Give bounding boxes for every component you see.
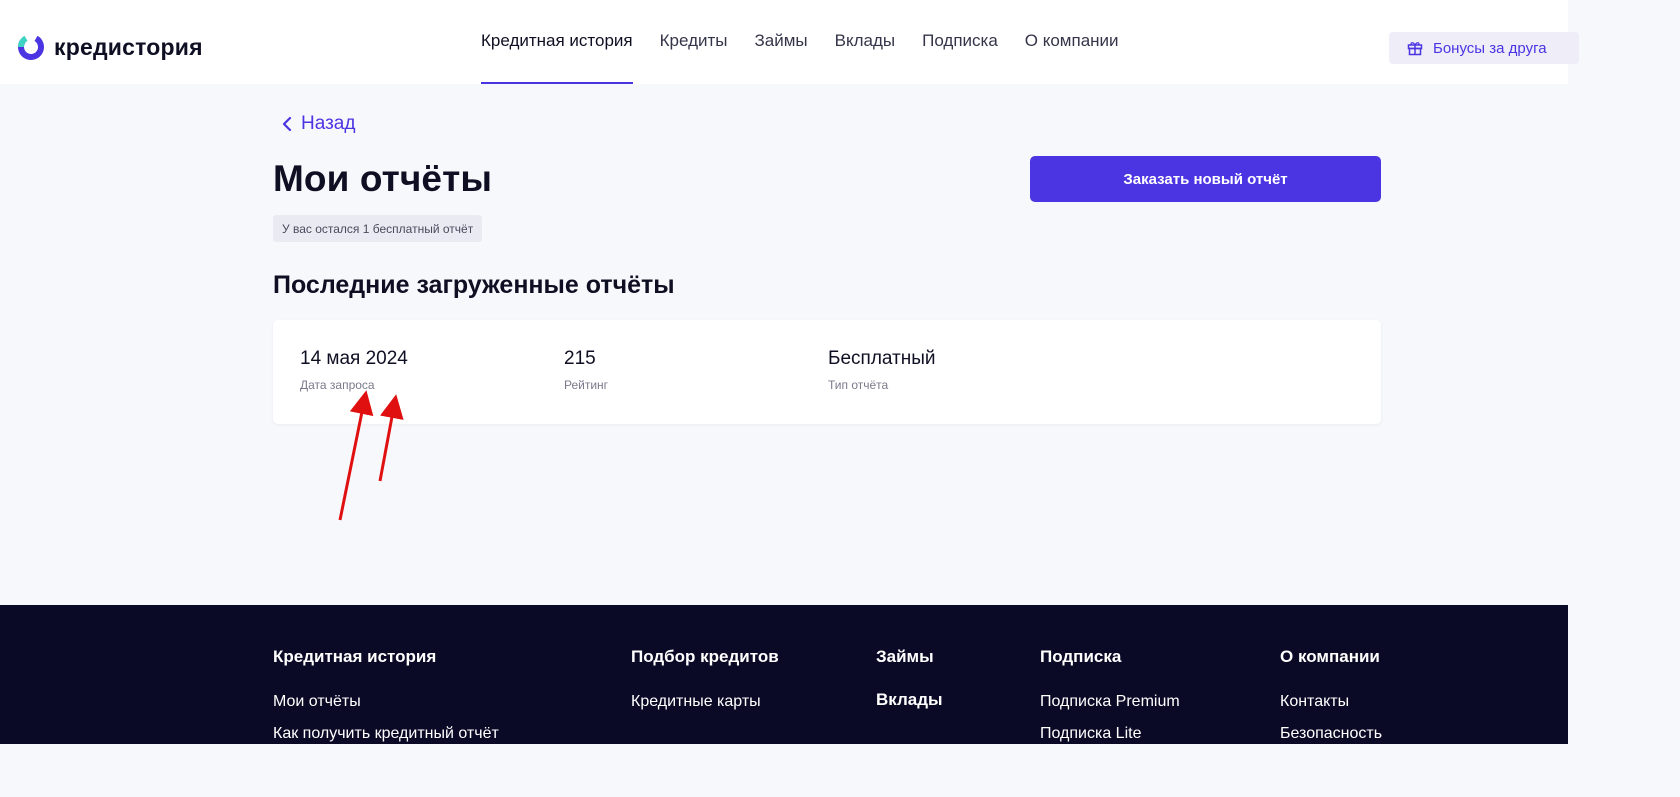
report-type: Бесплатный: [828, 348, 936, 369]
back-label: Назад: [301, 113, 356, 134]
nav-item-credits[interactable]: Кредиты: [660, 0, 728, 84]
order-new-report-button[interactable]: Заказать новый отчёт: [1030, 156, 1381, 202]
nav-item-credit-history[interactable]: Кредитная история: [481, 0, 633, 84]
annotation-arrow: [378, 394, 404, 482]
footer-heading-deposits[interactable]: Вклады: [876, 690, 943, 710]
report-date: 14 мая 2024: [300, 348, 408, 369]
footer-link-my-reports[interactable]: Мои отчёты: [273, 693, 361, 711]
logo-text: кредистория: [54, 33, 203, 60]
nav-item-loans[interactable]: Займы: [754, 0, 807, 84]
report-rating-column: 215 Рейтинг: [564, 348, 608, 392]
bonus-label: Бонусы за друга: [1433, 39, 1547, 57]
logo[interactable]: кредистория: [17, 31, 203, 63]
report-date-column: 14 мая 2024 Дата запроса: [300, 348, 408, 392]
report-type-label: Тип отчёта: [828, 378, 889, 392]
back-link[interactable]: Назад: [281, 112, 355, 136]
footer-link-premium[interactable]: Подписка Premium: [1040, 693, 1180, 711]
site-header: кредистория Кредитная история Кредиты За…: [0, 0, 1579, 84]
annotation-arrows: [338, 390, 404, 521]
main-nav: Кредитная история Кредиты Займы Вклады П…: [481, 0, 1146, 84]
footer-link-credit-cards[interactable]: Кредитные карты: [631, 693, 761, 711]
chevron-left-icon: [282, 116, 292, 132]
footer-heading-subscription[interactable]: Подписка: [1040, 647, 1121, 667]
footer-heading-about[interactable]: О компании: [1280, 647, 1380, 667]
page-title: Мои отчёты: [273, 158, 493, 199]
footer-heading-credit-selection[interactable]: Подбор кредитов: [631, 647, 779, 667]
nav-item-about[interactable]: О компании: [1025, 0, 1119, 84]
footer-link-contacts[interactable]: Контакты: [1280, 693, 1349, 711]
footer-heading-loans[interactable]: Займы: [876, 647, 934, 667]
report-rating: 215: [564, 348, 596, 369]
site-footer: Кредитная история Мои отчёты Как получит…: [0, 605, 1568, 744]
report-type-column: Бесплатный Тип отчёта: [828, 348, 936, 392]
nav-item-subscription[interactable]: Подписка: [922, 0, 998, 84]
footer-link-lite[interactable]: Подписка Lite: [1040, 725, 1141, 743]
report-card[interactable]: 14 мая 2024 Дата запроса 215 Рейтинг Бес…: [273, 320, 1381, 424]
annotation-arrow: [338, 390, 374, 521]
bonus-button[interactable]: Бонусы за друга: [1389, 32, 1579, 64]
section-title: Последние загруженные отчёты: [273, 271, 675, 299]
footer-link-how-to-get-report[interactable]: Как получить кредитный отчёт: [273, 725, 499, 743]
free-reports-badge: У вас остался 1 бесплатный отчёт: [273, 215, 483, 242]
gift-icon: [1407, 42, 1423, 56]
footer-link-security[interactable]: Безопасность: [1280, 725, 1382, 743]
report-rating-label: Рейтинг: [564, 378, 609, 392]
nav-item-deposits[interactable]: Вклады: [835, 0, 895, 84]
logo-icon: [17, 34, 44, 60]
footer-heading-credit-history[interactable]: Кредитная история: [273, 647, 436, 667]
